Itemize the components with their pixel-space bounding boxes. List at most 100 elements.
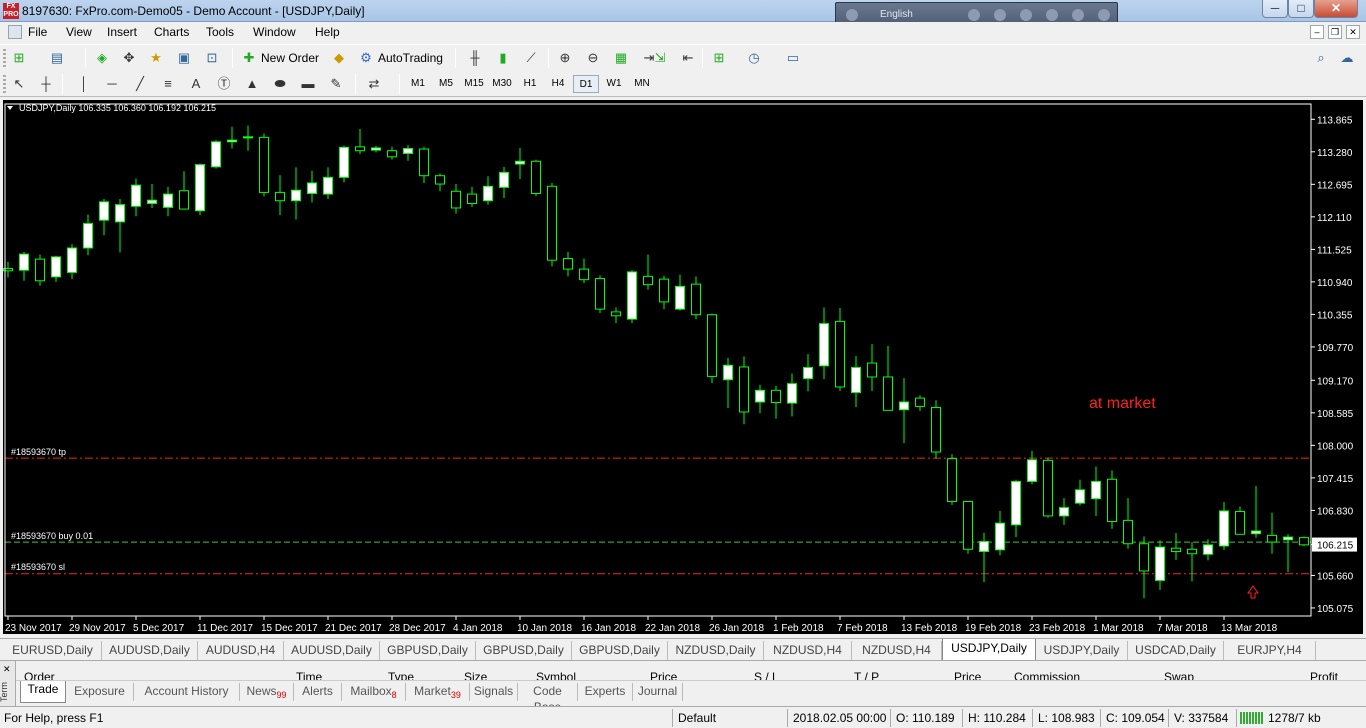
menu-help[interactable]: Help — [315, 25, 340, 39]
column-header[interactable]: Size — [464, 670, 487, 680]
column-header[interactable]: Commission — [1014, 670, 1080, 680]
profiles-icon[interactable]: ▤ — [48, 49, 66, 67]
tile-windows-icon[interactable]: ▦ — [612, 49, 630, 67]
navigator-icon[interactable]: ★ — [147, 49, 165, 67]
help-icon[interactable] — [1072, 9, 1084, 21]
menu-file[interactable]: File — [28, 25, 47, 39]
column-header[interactable]: Type — [388, 670, 414, 680]
chart-tab[interactable]: NZDUSD,H4 — [764, 641, 852, 660]
chart-tab[interactable]: GBPUSD,Daily — [572, 641, 668, 660]
toolbar-grip[interactable] — [3, 75, 6, 93]
periods-icon[interactable]: ◷ — [745, 49, 763, 67]
new-chart-icon[interactable]: ⊞ — [10, 49, 28, 67]
chart-tab[interactable]: GBPUSD,Daily — [476, 641, 572, 660]
column-header[interactable]: Price — [650, 670, 677, 680]
market-watch-icon[interactable]: ◈ — [93, 49, 111, 67]
autotrading-button[interactable]: AutoTrading — [378, 49, 443, 67]
zoom-in-icon[interactable]: ⊕ — [556, 49, 574, 67]
chart-tab[interactable]: NZDUSD,Daily — [668, 641, 764, 660]
new-order-icon[interactable]: ✚ — [240, 49, 258, 67]
chart-tab[interactable]: AUDUSD,Daily — [102, 641, 198, 660]
terminal-close-icon[interactable]: ✕ — [3, 664, 11, 675]
candlestick-icon[interactable]: ▮ — [494, 49, 512, 67]
chart-tab[interactable]: EURUSD,Daily — [4, 641, 102, 660]
chart-tab[interactable]: USDCAD,Daily — [1128, 641, 1224, 660]
auto-scroll-icon[interactable]: ⇤ — [679, 49, 697, 67]
terminal-tab[interactable]: Alerts — [294, 683, 342, 701]
menu-tools[interactable]: Tools — [206, 25, 234, 39]
zoom-out-icon[interactable]: ⊖ — [584, 49, 602, 67]
column-header[interactable]: Symbol — [536, 670, 576, 680]
maximize-button[interactable]: □ — [1288, 0, 1314, 18]
timeframe-h4[interactable]: H4 — [545, 75, 571, 93]
indicators-icon[interactable]: ⊞ — [710, 49, 728, 67]
search-icon[interactable]: ⌕ — [1312, 49, 1330, 67]
price-chart[interactable]: 113.865 113.280 112.695 112.110 111.525 110.9… — [3, 100, 1363, 634]
terminal-tab[interactable]: Signals — [470, 683, 518, 701]
chart-tab[interactable]: EURJPY,H4 — [1224, 641, 1316, 660]
column-header[interactable]: S / L — [754, 670, 779, 680]
terminal-tab[interactable]: Code Base — [518, 683, 578, 714]
chart-tab[interactable]: NZDUSD,H4 — [852, 641, 942, 660]
arrows-icon[interactable]: ⇄ — [365, 75, 383, 93]
terminal-tab[interactable]: Market39 — [406, 683, 470, 701]
chart-window-icon[interactable] — [8, 25, 22, 39]
new-order-button[interactable]: New Order — [261, 49, 319, 67]
mdi-restore-button[interactable]: ❐ — [1328, 25, 1342, 39]
timeframe-m15[interactable]: M15 — [461, 75, 487, 93]
terminal-tab[interactable]: Experts — [578, 683, 633, 701]
text-label-icon[interactable]: Ⓣ — [215, 75, 233, 93]
rectangle-icon[interactable]: ▬ — [299, 75, 317, 93]
eraser-icon[interactable]: ✎ — [327, 75, 345, 93]
strategy-tester-icon[interactable]: ⊡ — [203, 49, 221, 67]
terminal-tab[interactable]: Journal — [633, 683, 683, 701]
user-icon[interactable] — [994, 9, 1006, 21]
terminal-tab[interactable]: Trade — [20, 681, 66, 703]
equidistant-channel-icon[interactable]: ≡ — [159, 75, 177, 93]
status-profile[interactable]: Default — [678, 711, 716, 725]
metaeditor-icon[interactable]: ◆ — [330, 49, 348, 67]
toolbar-grip[interactable] — [3, 49, 6, 67]
chart-window[interactable]: 113.865 113.280 112.695 112.110 111.525 110.9… — [0, 98, 1366, 636]
column-header[interactable]: T / P — [854, 670, 879, 680]
ellipse-icon[interactable]: ⬬ — [271, 75, 289, 93]
timeframe-m30[interactable]: M30 — [489, 75, 515, 93]
chart-tab[interactable]: USDJPY,Daily — [942, 639, 1036, 661]
column-header[interactable]: Time — [296, 670, 322, 680]
close-button[interactable]: ✕ — [1314, 0, 1358, 18]
timeframe-mn[interactable]: MN — [629, 75, 655, 93]
microphone-icon[interactable] — [968, 9, 980, 21]
mdi-close-button[interactable]: ✕ — [1346, 25, 1360, 39]
menu-insert[interactable]: Insert — [107, 25, 137, 39]
timeframe-d1[interactable]: D1 — [573, 75, 599, 93]
chart-tab[interactable]: AUDUSD,Daily — [284, 641, 380, 660]
autoscroll-icon[interactable]: ⇲ — [651, 49, 669, 67]
chart-tab[interactable]: GBPUSD,Daily — [380, 641, 476, 660]
terminal-icon[interactable]: ▣ — [175, 49, 193, 67]
chart-tab[interactable]: AUDUSD,H4 — [198, 641, 284, 660]
horizontal-line-icon[interactable]: ─ — [103, 75, 121, 93]
menu-view[interactable]: View — [66, 25, 92, 39]
terminal-tab[interactable]: News99 — [240, 683, 294, 701]
column-header[interactable]: Profit — [1310, 670, 1338, 680]
power-icon[interactable] — [1098, 9, 1110, 21]
column-header[interactable]: Swap — [1164, 670, 1194, 680]
column-header[interactable]: Order — [24, 670, 55, 680]
bar-chart-icon[interactable]: ╫ — [466, 49, 484, 67]
timeframe-m1[interactable]: M1 — [405, 75, 431, 93]
text-icon[interactable]: A — [187, 75, 205, 93]
crosshair-icon[interactable]: ┼ — [37, 75, 55, 93]
autotrading-icon[interactable]: ⚙ — [357, 49, 375, 67]
vertical-line-icon[interactable]: │ — [75, 75, 93, 93]
settings-icon[interactable] — [1020, 9, 1032, 21]
chat-icon[interactable]: ☁ — [1338, 49, 1356, 67]
cursor-icon[interactable]: ↖ — [10, 75, 28, 93]
terminal-tab[interactable]: Account History — [134, 683, 240, 701]
terminal-tab[interactable]: Mailbox8 — [342, 683, 406, 701]
menu-window[interactable]: Window — [253, 25, 296, 39]
trendline-icon[interactable]: ╱ — [131, 75, 149, 93]
minimize-button[interactable]: ─ — [1262, 0, 1288, 18]
timeframe-h1[interactable]: H1 — [517, 75, 543, 93]
chart-tab[interactable]: USDJPY,Daily — [1036, 641, 1128, 660]
menu-charts[interactable]: Charts — [154, 25, 189, 39]
